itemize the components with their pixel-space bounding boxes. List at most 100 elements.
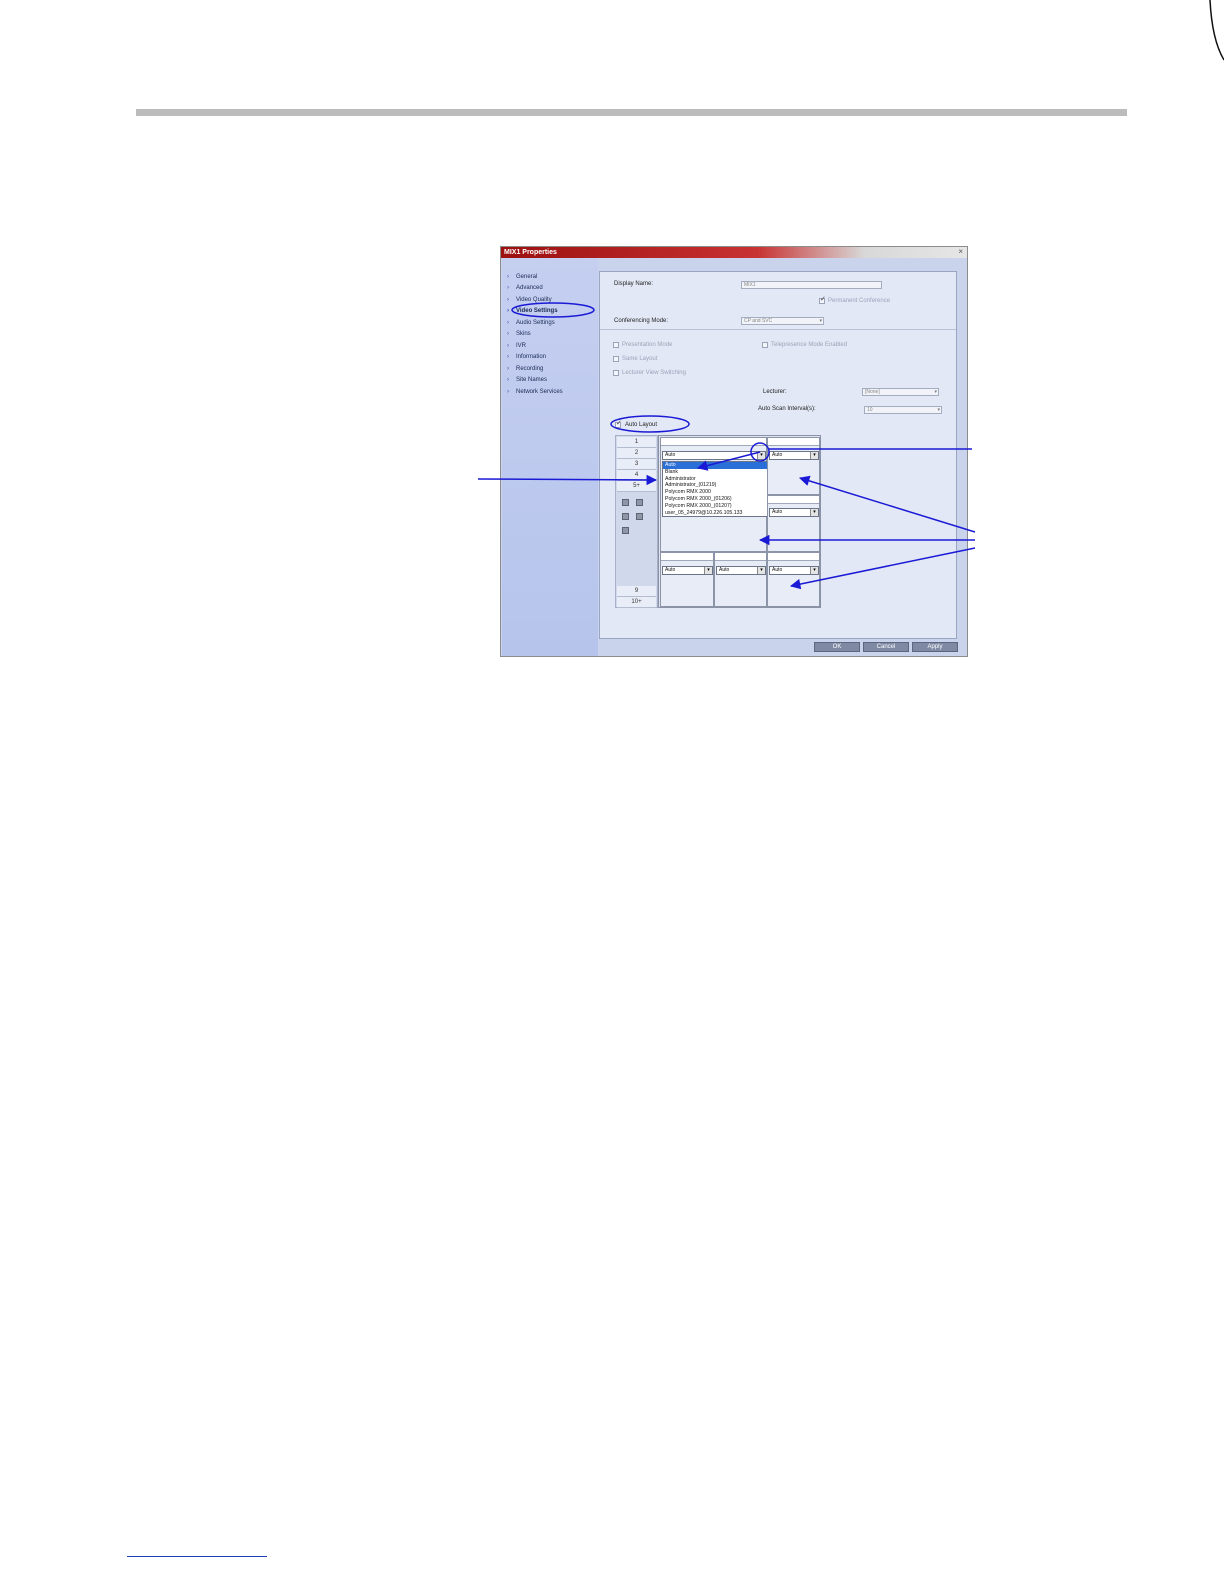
display-name-field[interactable]: MIX1 bbox=[741, 281, 882, 289]
layout-thumbnail-icon[interactable] bbox=[622, 513, 629, 520]
conferencing-mode-select[interactable]: CP and SVC ▾ bbox=[741, 317, 824, 325]
footer-link-underline bbox=[127, 1556, 267, 1557]
layout-thumbnail-icon[interactable] bbox=[636, 499, 643, 506]
layout-cell[interactable]: Auto ▾ bbox=[767, 437, 820, 495]
cell-select-value: Auto bbox=[665, 567, 676, 573]
sidebar-item-information[interactable]: › Information bbox=[507, 353, 546, 361]
layout-count-tabs: 1 2 3 4 5+ 9 10+ bbox=[615, 435, 658, 608]
sidebar-item-video-settings[interactable]: › Video Settings bbox=[507, 307, 558, 315]
lecturer-select[interactable]: [None] ▾ bbox=[862, 388, 939, 396]
layout-tab[interactable]: 10+ bbox=[617, 597, 656, 608]
chevron-down-icon: ▾ bbox=[810, 452, 818, 459]
conferencing-mode-value: CP and SVC bbox=[744, 318, 773, 324]
layout-cell-large[interactable]: Auto ▾ Auto Blank Administrator Administr… bbox=[660, 437, 768, 552]
presentation-mode-checkbox[interactable] bbox=[613, 342, 619, 348]
layout-thumbnail-icon[interactable] bbox=[622, 499, 629, 506]
layout-thumbnail-icon[interactable] bbox=[636, 513, 643, 520]
chevron-down-icon: ▾ bbox=[757, 567, 765, 574]
sidebar-item-advanced[interactable]: › Advanced bbox=[507, 284, 543, 292]
chevron-down-icon: ▾ bbox=[819, 318, 822, 324]
layout-cell[interactable]: Auto ▾ bbox=[767, 495, 820, 552]
properties-dialog: MIX1 Properties × › General › Advanced › Vi… bbox=[500, 246, 968, 657]
sidebar-item-label: Video Quality bbox=[516, 297, 552, 303]
cell-participant-select[interactable]: Auto ▾ bbox=[769, 566, 819, 575]
cell-participant-select[interactable]: Auto ▾ bbox=[716, 566, 766, 575]
cell-header bbox=[768, 438, 819, 446]
participant-dropdown-list[interactable]: Auto Blank Administrator Administrator_(… bbox=[662, 461, 768, 517]
sidebar-item-general[interactable]: › General bbox=[507, 273, 538, 281]
sidebar-item-label: General bbox=[516, 274, 538, 280]
cell-select-value: Auto bbox=[772, 567, 783, 573]
layout-tab[interactable]: 2 bbox=[617, 448, 656, 459]
chevron-down-icon: ▾ bbox=[810, 509, 818, 516]
chevron-down-icon: ▾ bbox=[810, 567, 818, 574]
layout-tab[interactable]: 4 bbox=[617, 470, 656, 481]
same-layout-checkbox[interactable] bbox=[613, 356, 619, 362]
auto-scan-interval-label: Auto Scan Interval(s): bbox=[758, 406, 816, 412]
conferencing-mode-label: Conferencing Mode: bbox=[614, 318, 669, 324]
cell-select-value: Auto bbox=[719, 567, 730, 573]
sidebar-item-label: Audio Settings bbox=[516, 320, 555, 326]
layout-thumbnail-icon[interactable] bbox=[622, 527, 629, 534]
lecturer-label: Lecturer: bbox=[763, 389, 787, 395]
ok-button[interactable]: OK bbox=[814, 642, 860, 652]
layout-tab[interactable]: 1 bbox=[617, 437, 656, 448]
sidebar-item-skins[interactable]: › Skins bbox=[507, 330, 531, 338]
chevron-down-icon: ▾ bbox=[934, 389, 937, 395]
layout-tab[interactable]: 5+ bbox=[617, 481, 656, 492]
cell-select-value: Auto bbox=[665, 452, 676, 458]
chevron-right-icon: › bbox=[507, 343, 509, 349]
permanent-conference-checkbox[interactable]: ✓ bbox=[819, 296, 826, 304]
apply-button[interactable]: Apply bbox=[912, 642, 958, 652]
display-name-label: Display Name: bbox=[614, 281, 654, 287]
auto-layout-checkbox[interactable]: ✓ bbox=[615, 420, 622, 428]
telepresence-mode-label: Telepresence Mode Enabled bbox=[771, 342, 848, 348]
layout-cell[interactable]: Auto ▾ bbox=[714, 552, 767, 607]
lecturer-view-switching-label: Lecturer View Switching bbox=[622, 370, 686, 376]
sidebar-item-audio-settings[interactable]: › Audio Settings bbox=[507, 319, 555, 327]
cell-participant-select[interactable]: Auto ▾ bbox=[769, 451, 819, 460]
chevron-right-icon: › bbox=[507, 320, 509, 326]
sidebar-item-ivr[interactable]: › IVR bbox=[507, 342, 526, 350]
layout-tab[interactable]: 3 bbox=[617, 459, 656, 470]
permanent-conference-label: Permanent Conference bbox=[828, 298, 891, 304]
chevron-right-icon: › bbox=[507, 389, 509, 395]
telepresence-mode-checkbox[interactable] bbox=[762, 342, 768, 348]
chevron-down-icon[interactable]: ▾ bbox=[757, 452, 765, 459]
sidebar-item-recording[interactable]: › Recording bbox=[507, 365, 544, 373]
sidebar-item-network-services[interactable]: › Network Services bbox=[507, 388, 563, 396]
sidebar-item-video-quality[interactable]: › Video Quality bbox=[507, 296, 552, 304]
layout-cell[interactable]: Auto ▾ bbox=[660, 552, 714, 607]
layout-cell[interactable]: Auto ▾ bbox=[767, 552, 820, 607]
sidebar-item-site-names[interactable]: › Site Names bbox=[507, 376, 547, 384]
check-icon: ✓ bbox=[820, 296, 826, 303]
sidebar-item-label: Skins bbox=[516, 331, 531, 337]
dropdown-option[interactable]: Polycom RMX 2000_(01206) bbox=[663, 496, 767, 503]
dropdown-option[interactable]: Polycom RMX 2000 bbox=[663, 489, 767, 496]
cell-select-value: Auto bbox=[772, 509, 783, 515]
auto-scan-interval-value: 10 bbox=[867, 407, 873, 413]
section-divider bbox=[600, 329, 956, 330]
cell-participant-select[interactable]: Auto ▾ bbox=[769, 508, 819, 517]
sidebar-item-label: Network Services bbox=[516, 389, 563, 395]
dropdown-option[interactable]: Administrator bbox=[663, 476, 767, 483]
chevron-right-icon: › bbox=[507, 377, 509, 383]
dialog-titlebar: MIX1 Properties × bbox=[501, 247, 967, 258]
cell-participant-select[interactable]: Auto ▾ bbox=[662, 451, 766, 460]
chevron-right-icon: › bbox=[507, 366, 509, 372]
chevron-right-icon: › bbox=[507, 331, 509, 337]
dropdown-option[interactable]: Administrator_(01219) bbox=[663, 482, 767, 489]
close-icon[interactable]: × bbox=[958, 247, 963, 257]
check-icon: ✓ bbox=[616, 420, 622, 427]
auto-scan-interval-select[interactable]: 10 ▾ bbox=[864, 406, 942, 414]
dropdown-option[interactable]: Auto bbox=[663, 462, 767, 469]
dropdown-option[interactable]: user_05_24979@10.226.105.133 bbox=[663, 510, 767, 517]
lecturer-view-switching-checkbox[interactable] bbox=[613, 370, 619, 376]
layout-tab[interactable]: 9 bbox=[617, 586, 656, 597]
cell-participant-select[interactable]: Auto ▾ bbox=[662, 566, 713, 575]
dropdown-option[interactable]: Blank bbox=[663, 469, 767, 476]
dropdown-option[interactable]: Polycom RMX 2000_(01207) bbox=[663, 503, 767, 510]
cancel-button[interactable]: Cancel bbox=[863, 642, 909, 652]
sidebar: › General › Advanced › Video Quality › Video… bbox=[502, 258, 598, 656]
sidebar-item-label: Recording bbox=[516, 366, 544, 372]
